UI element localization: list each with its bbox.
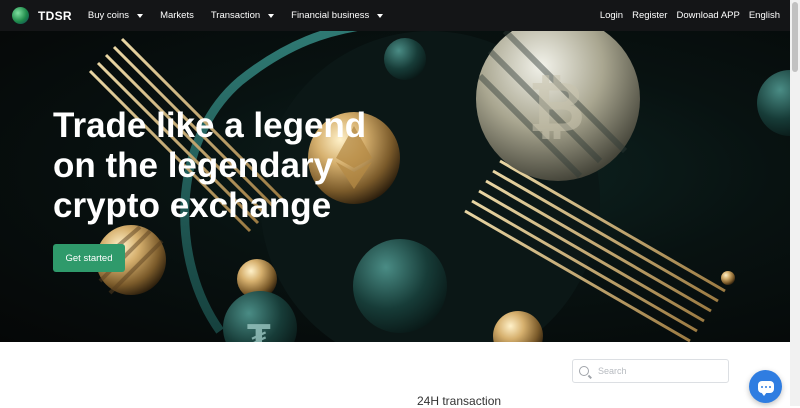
- market-search[interactable]: [572, 359, 729, 383]
- nav-label: Financial business: [291, 10, 370, 21]
- teal-sphere-small: [384, 38, 426, 80]
- brand-logo[interactable]: TDSR: [12, 7, 72, 24]
- bitcoin-icon: ₿: [528, 66, 585, 148]
- headline-line-1: Trade like a legend: [53, 106, 367, 145]
- page-scrollbar[interactable]: [790, 0, 800, 406]
- chat-support-button[interactable]: [749, 370, 782, 403]
- nav-label: Buy coins: [87, 10, 130, 21]
- get-started-button[interactable]: Get started: [53, 244, 125, 272]
- nav-label: Markets: [160, 10, 194, 21]
- globe-logo-icon: [12, 7, 29, 24]
- chevron-down-icon: [137, 13, 144, 18]
- headline-line-3: crypto exchange: [53, 186, 332, 225]
- headline-line-2: on the legendary: [53, 146, 334, 185]
- nav-label: Transaction: [210, 10, 261, 21]
- scrollbar-thumb[interactable]: [792, 2, 798, 72]
- gold-sphere-tiny: [721, 271, 735, 285]
- hero-banner: ₿ ₮ Trade like a legend on the legendary…: [0, 31, 790, 342]
- register-link[interactable]: Register: [632, 10, 667, 21]
- tether-icon: ₮: [247, 318, 271, 342]
- download-app-link[interactable]: Download APP: [676, 10, 739, 21]
- chevron-down-icon: [268, 13, 275, 18]
- nav-financial-business[interactable]: Financial business: [291, 10, 384, 21]
- top-nav: TDSR Buy coins Markets Transaction Finan…: [0, 0, 790, 31]
- brand-name: TDSR: [38, 8, 72, 23]
- login-link[interactable]: Login: [600, 10, 623, 21]
- nav-buy-coins[interactable]: Buy coins: [87, 10, 144, 21]
- language-selector[interactable]: English: [749, 10, 780, 21]
- chevron-down-icon: [377, 13, 384, 18]
- nav-right-group: Login Register Download APP English: [600, 10, 790, 21]
- teal-sphere-edge: [757, 70, 790, 136]
- chat-icon: [757, 380, 774, 396]
- market-table-header: 24H transaction: [0, 394, 790, 408]
- search-input[interactable]: [598, 366, 718, 376]
- hero-headline: Trade like a legend on the legendary cry…: [53, 106, 413, 226]
- teal-sphere-large: [353, 239, 447, 333]
- nav-markets[interactable]: Markets: [160, 10, 194, 21]
- nav-transaction[interactable]: Transaction: [210, 10, 275, 21]
- search-icon: [579, 366, 589, 376]
